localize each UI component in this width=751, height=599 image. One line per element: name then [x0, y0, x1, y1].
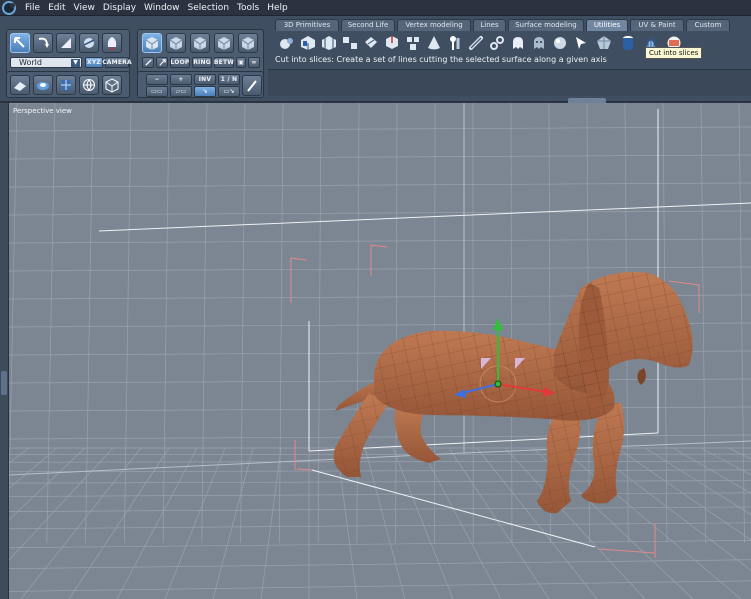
tab-vertex-modeling[interactable]: Vertex modeling: [397, 19, 471, 31]
cubes-stack-icon[interactable]: [403, 32, 423, 54]
expand-select-icon[interactable]: ▣: [236, 57, 246, 68]
select-region-icon[interactable]: ▭↘: [218, 86, 240, 97]
cylinder-icon[interactable]: [618, 32, 638, 54]
eraser-icon[interactable]: [10, 75, 30, 95]
shrink-selection-button[interactable]: −: [146, 74, 168, 85]
chain-icon[interactable]: [487, 32, 507, 54]
mirror-cubes-icon[interactable]: [340, 32, 360, 54]
perspective-viewport[interactable]: Perspective view: [9, 103, 751, 599]
tab-utilities[interactable]: Utilities: [586, 19, 628, 31]
menu-edit[interactable]: Edit: [44, 0, 69, 16]
panel-expand-handle[interactable]: [1, 371, 7, 395]
select-vertex-cube-icon[interactable]: [214, 33, 234, 53]
select-point-cube-icon[interactable]: [238, 33, 258, 53]
menu-view[interactable]: View: [70, 0, 99, 16]
arrow-cube-icon[interactable]: [382, 32, 402, 54]
transform-sphere-icon[interactable]: [79, 33, 99, 53]
tab-surface-modeling[interactable]: Surface modeling: [508, 19, 584, 31]
texture-grid-icon[interactable]: [56, 75, 76, 95]
weld-icon[interactable]: [277, 32, 297, 54]
status-description: Cut into slices: Create a set of lines c…: [275, 55, 607, 64]
polygon-gem-icon[interactable]: [594, 32, 614, 54]
toolbar: World ▼ XYZ CAMERA LOOP RING BETW ▣ ∞ − …: [0, 16, 751, 102]
menu-display[interactable]: Display: [99, 0, 140, 16]
menu-file[interactable]: File: [21, 0, 44, 16]
cube-wire-icon[interactable]: [102, 75, 122, 95]
between-button[interactable]: BETW: [214, 57, 234, 68]
sphere-wire-icon[interactable]: [79, 75, 99, 95]
select-move-icon[interactable]: [10, 33, 30, 53]
menu-help[interactable]: Help: [263, 0, 292, 16]
chevron-down-icon: ▼: [71, 59, 80, 67]
display-toolbox: [6, 71, 130, 98]
sphere-icon[interactable]: [550, 32, 570, 54]
select-face-cube-icon[interactable]: [166, 33, 186, 53]
tab-uv-paint[interactable]: UV & Paint: [630, 19, 684, 31]
menu-tools[interactable]: Tools: [233, 0, 263, 16]
cursor-arrow-icon[interactable]: [571, 32, 591, 54]
tilted-cube-icon[interactable]: [361, 32, 381, 54]
tooltip: Cut into slices: [645, 47, 703, 59]
ghost-outline-icon[interactable]: [529, 32, 549, 54]
menu-window[interactable]: Window: [140, 0, 184, 16]
cone-icon[interactable]: [424, 32, 444, 54]
bell-tool-icon[interactable]: [102, 33, 122, 53]
loop-button[interactable]: LOOP: [170, 57, 190, 68]
camera-button[interactable]: CAMERA: [102, 57, 132, 68]
brush-select-icon[interactable]: [142, 57, 154, 68]
pen-select-icon[interactable]: [242, 75, 262, 96]
select-object-cube-icon[interactable]: [142, 33, 162, 53]
lasso-select-icon[interactable]: [156, 57, 168, 68]
left-panel-strip: [0, 103, 9, 599]
chain-link-icon[interactable]: [466, 32, 486, 54]
select-similar-icon[interactable]: ▱▭: [170, 86, 192, 97]
viewport-label: Perspective view: [13, 107, 72, 115]
link-select-icon[interactable]: ∞: [248, 57, 260, 68]
xyz-button[interactable]: XYZ: [85, 57, 103, 68]
menu-selection[interactable]: Selection: [184, 0, 233, 16]
coordinate-system-select[interactable]: World ▼: [10, 57, 82, 68]
ghost-shape-icon[interactable]: [508, 32, 528, 54]
gizmo-center[interactable]: [494, 380, 502, 388]
rotate-icon[interactable]: [33, 33, 53, 53]
viewport-scene[interactable]: [9, 103, 751, 599]
grow-selection-button[interactable]: +: [170, 74, 192, 85]
tab-second-life[interactable]: Second Life: [341, 19, 395, 31]
invert-selection-button[interactable]: INV: [194, 74, 216, 85]
select-edge-cube-icon[interactable]: [190, 33, 210, 53]
render-mode-icon[interactable]: [33, 75, 53, 95]
select-path-icon[interactable]: ↘: [194, 86, 216, 97]
tab-3d-primitives[interactable]: 3D Primitives: [275, 19, 339, 31]
app-logo-icon: [2, 0, 16, 15]
tab-lines[interactable]: Lines: [473, 19, 506, 31]
cube-split-icon[interactable]: [298, 32, 318, 54]
scale-icon[interactable]: [56, 33, 76, 53]
coordinate-system-value: World: [19, 58, 42, 67]
pin-icon[interactable]: [445, 32, 465, 54]
one-of-n-button[interactable]: 1 / N: [218, 74, 240, 85]
menu-bar: File Edit View Display Window Selection …: [0, 0, 751, 16]
cube-slice-icon[interactable]: [319, 32, 339, 54]
selection-ops-toolbox: − + INV 1 / N ▭▭ ▱▭ ↘ ▭↘: [137, 71, 264, 98]
tool-options-area: [268, 69, 751, 96]
tab-custom[interactable]: Custom: [686, 19, 730, 31]
select-all-icon[interactable]: ▭▭: [146, 86, 168, 97]
ring-button[interactable]: RING: [192, 57, 212, 68]
